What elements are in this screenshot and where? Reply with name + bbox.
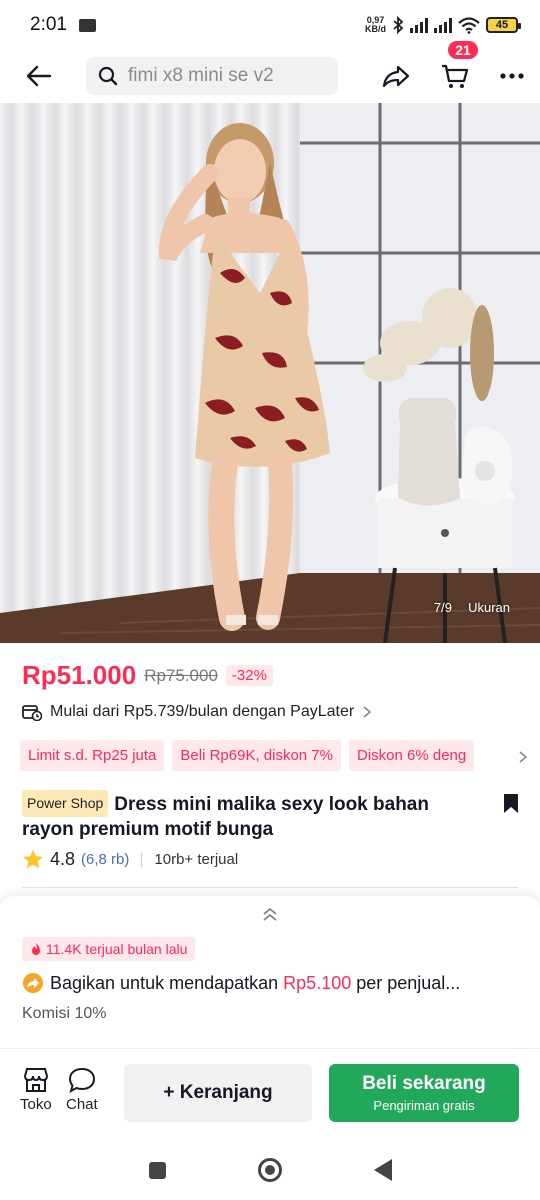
divider bbox=[22, 887, 518, 888]
message-icon bbox=[78, 18, 96, 32]
discount-badge: -32% bbox=[225, 665, 273, 686]
chat-label: Chat bbox=[66, 1096, 98, 1113]
chevron-double-up-icon bbox=[263, 907, 277, 921]
search-query: fimi x8 mini se v2 bbox=[128, 65, 274, 86]
buy-now-label: Beli sekarang bbox=[362, 1073, 486, 1094]
battery-level: 45 bbox=[495, 19, 509, 31]
product-title: Power Shop Dress mini malika sexy look ba… bbox=[22, 790, 482, 842]
action-bar: Toko Chat + Keranjang Beli sekarang Peng… bbox=[0, 1048, 540, 1138]
share-suffix: per penjual... bbox=[351, 972, 461, 993]
chat-icon bbox=[68, 1067, 95, 1093]
share-amount: Rp5.100 bbox=[283, 972, 352, 993]
sold-month-badge: 11.4K terjual bulan lalu bbox=[22, 937, 196, 961]
bookmark-icon bbox=[504, 794, 518, 813]
shop-label: Toko bbox=[20, 1096, 52, 1113]
cart-icon bbox=[442, 64, 469, 88]
image-counter: 7/9 bbox=[433, 600, 452, 615]
product-price: Rp51.000 bbox=[22, 660, 137, 690]
store-icon bbox=[23, 1068, 48, 1092]
rating-row[interactable]: 4.8 (6,8 rb) 10rb+ terjual bbox=[22, 849, 238, 870]
top-nav: fimi x8 mini se v2 21 bbox=[0, 39, 540, 102]
shop-button[interactable]: Toko bbox=[20, 1067, 52, 1113]
free-shipping-label: Pengiriman gratis bbox=[373, 1098, 475, 1113]
price-row: Rp51.000 Rp75.000 -32% bbox=[22, 660, 273, 691]
promo-tag[interactable]: Beli Rp69K, diskon 7% bbox=[172, 740, 341, 771]
paylater-icon bbox=[22, 705, 42, 721]
commission-text: Komisi 10% bbox=[22, 1005, 107, 1022]
paylater-row[interactable]: Mulai dari Rp5.739/bulan dengan PayLater bbox=[22, 703, 372, 721]
share-icon[interactable] bbox=[382, 64, 410, 88]
cart-badge: 21 bbox=[446, 39, 480, 61]
product-image[interactable]: 7/9 Ukuran bbox=[0, 103, 540, 643]
search-input[interactable]: fimi x8 mini se v2 bbox=[86, 57, 338, 95]
paylater-text: Mulai dari Rp5.739/bulan dengan PayLater bbox=[50, 703, 355, 720]
promo-tag[interactable]: Diskon 6% deng bbox=[349, 740, 475, 771]
search-icon bbox=[98, 66, 118, 86]
bookmark-button[interactable] bbox=[502, 793, 520, 820]
chat-button[interactable]: Chat bbox=[66, 1067, 98, 1113]
signal-icon bbox=[410, 17, 428, 33]
star-icon bbox=[23, 850, 43, 869]
expand-handle[interactable] bbox=[258, 906, 282, 922]
shop-badge: Power Shop bbox=[22, 790, 109, 817]
cart-button[interactable]: 21 bbox=[440, 39, 480, 91]
promo-tag[interactable]: Limit s.d. Rp25 juta bbox=[20, 740, 165, 771]
chevron-right-icon bbox=[519, 751, 528, 763]
size-link[interactable]: Ukuran bbox=[468, 600, 510, 615]
share-earn-row[interactable]: Bagikan untuk mendapatkan Rp5.100 per pe… bbox=[22, 972, 460, 994]
product-photo bbox=[0, 103, 540, 643]
info-sheet: 11.4K terjual bulan lalu Bagikan untuk m… bbox=[0, 896, 540, 1048]
wifi-icon bbox=[458, 16, 480, 34]
separator bbox=[141, 852, 143, 867]
add-to-cart-button[interactable]: + Keranjang bbox=[124, 1064, 312, 1122]
arrow-left-icon bbox=[26, 65, 52, 87]
nav-actions: 21 bbox=[382, 39, 524, 91]
battery-icon: 45 bbox=[486, 17, 521, 33]
promo-more[interactable] bbox=[494, 740, 540, 771]
promo-list[interactable]: Limit s.d. Rp25 juta Beli Rp69K, diskon … bbox=[20, 740, 540, 771]
back-system-button[interactable] bbox=[373, 1159, 392, 1181]
bluetooth-icon bbox=[393, 16, 404, 34]
rating-value: 4.8 bbox=[50, 849, 76, 869]
net-speed: 0,97 KB/d bbox=[365, 16, 386, 34]
chevron-right-icon bbox=[363, 706, 372, 718]
net-speed-unit: KB/d bbox=[365, 24, 386, 34]
sold-month-text: 11.4K terjual bulan lalu bbox=[46, 941, 188, 957]
sold-count: 10rb+ terjual bbox=[154, 851, 239, 868]
status-time: 2:01 bbox=[30, 14, 67, 35]
system-nav bbox=[0, 1140, 540, 1200]
share-text: Bagikan untuk mendapatkan bbox=[50, 972, 284, 993]
buy-now-button[interactable]: Beli sekarang Pengiriman gratis bbox=[329, 1064, 519, 1122]
rating-count: (6,8 rb) bbox=[81, 851, 130, 868]
more-icon[interactable] bbox=[500, 73, 524, 79]
signal-icon-2 bbox=[434, 17, 452, 33]
fire-icon bbox=[32, 943, 40, 955]
recents-button[interactable] bbox=[148, 1161, 166, 1179]
share-earn-icon bbox=[23, 973, 43, 993]
home-button[interactable] bbox=[257, 1158, 282, 1182]
status-icons: 0,97 KB/d 45 bbox=[365, 16, 521, 34]
back-button[interactable] bbox=[26, 59, 60, 93]
original-price: Rp75.000 bbox=[144, 665, 218, 685]
